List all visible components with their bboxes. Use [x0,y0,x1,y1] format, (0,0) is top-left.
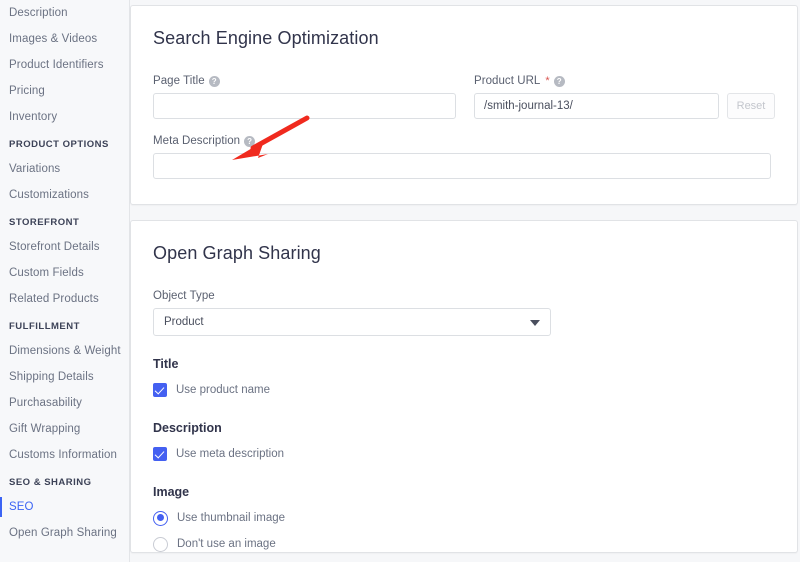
radio-unselected-icon[interactable] [153,537,168,552]
sidebar-group-seo-sharing: SEO & SHARING [0,468,129,494]
title-section-heading: Title [153,357,775,371]
meta-description-field-group: Meta Description ? [153,135,771,179]
page-title-input[interactable] [153,93,456,119]
search-engine-optimization-card: Search Engine Optimization Page Title ? … [130,5,798,205]
page-title-label: Page Title ? [153,75,456,87]
object-type-label: Object Type [153,290,775,302]
object-type-field-group: Object Type Product [153,290,775,336]
sidebar-group-fulfillment: FULFILLMENT [0,312,129,338]
sidebar-group-storefront: STOREFRONT [0,208,129,234]
og-card-title: Open Graph Sharing [153,243,775,264]
open-graph-sharing-card: Open Graph Sharing Object Type Product T… [130,220,798,553]
description-section-heading: Description [153,421,775,435]
product-url-field-group: Product URL * ? Reset [474,75,775,119]
checkbox-checked-icon[interactable] [153,447,167,461]
dont-use-an-image-label: Don't use an image [177,538,276,550]
sidebar-group-product-options: PRODUCT OPTIONS [0,130,129,156]
image-section-heading: Image [153,485,775,499]
required-marker: * [545,75,549,87]
sidebar-item-variations[interactable]: Variations [0,156,129,182]
use-thumbnail-image-radio-row[interactable]: Use thumbnail image [153,508,775,528]
product-url-input[interactable] [474,93,719,119]
meta-description-label-text: Meta Description [153,135,240,147]
help-icon[interactable]: ? [554,76,565,87]
sidebar-item-pricing[interactable]: Pricing [0,78,129,104]
object-type-selected-value: Product [153,308,551,336]
sidebar-item-images-videos[interactable]: Images & Videos [0,26,129,52]
sidebar-item-description[interactable]: Description [0,0,129,26]
sidebar-item-seo[interactable]: SEO [0,494,129,520]
sidebar-item-related-products[interactable]: Related Products [0,286,129,312]
reset-button[interactable]: Reset [727,93,775,119]
sidebar-item-product-identifiers[interactable]: Product Identifiers [0,52,129,78]
seo-card-title: Search Engine Optimization [153,28,775,49]
radio-selected-icon[interactable] [153,511,168,526]
use-product-name-checkbox-row[interactable]: Use product name [153,380,775,400]
product-seo-page: DescriptionImages & VideosProduct Identi… [0,0,800,562]
use-product-name-label: Use product name [176,384,270,396]
use-thumbnail-image-label: Use thumbnail image [177,512,285,524]
dont-use-an-image-radio-row[interactable]: Don't use an image [153,534,775,554]
main-content: Search Engine Optimization Page Title ? … [130,0,800,562]
product-url-label: Product URL * ? [474,75,775,87]
use-meta-description-label: Use meta description [176,448,284,460]
use-meta-description-checkbox-row[interactable]: Use meta description [153,444,775,464]
object-type-select[interactable]: Product [153,308,551,336]
page-title-field-group: Page Title ? [153,75,456,119]
sidebar-item-gift-wrapping[interactable]: Gift Wrapping [0,416,129,442]
product-url-label-text: Product URL [474,75,540,87]
sidebar-navigation: DescriptionImages & VideosProduct Identi… [0,0,130,562]
sidebar-item-purchasability[interactable]: Purchasability [0,390,129,416]
checkbox-checked-icon[interactable] [153,383,167,397]
sidebar-item-shipping-details[interactable]: Shipping Details [0,364,129,390]
sidebar-item-open-graph-sharing[interactable]: Open Graph Sharing [0,520,129,546]
help-icon[interactable]: ? [209,76,220,87]
meta-description-label: Meta Description ? [153,135,771,147]
sidebar-item-customs-information[interactable]: Customs Information [0,442,129,468]
sidebar-item-storefront-details[interactable]: Storefront Details [0,234,129,260]
seo-fields-row: Page Title ? Product URL * ? Reset [153,75,775,119]
page-title-label-text: Page Title [153,75,205,87]
sidebar-item-customizations[interactable]: Customizations [0,182,129,208]
meta-description-input[interactable] [153,153,771,179]
chevron-down-icon [530,320,540,326]
sidebar-item-dimensions-weight[interactable]: Dimensions & Weight [0,338,129,364]
product-url-row: Reset [474,93,775,119]
sidebar-item-inventory[interactable]: Inventory [0,104,129,130]
help-icon[interactable]: ? [244,136,255,147]
sidebar-item-custom-fields[interactable]: Custom Fields [0,260,129,286]
